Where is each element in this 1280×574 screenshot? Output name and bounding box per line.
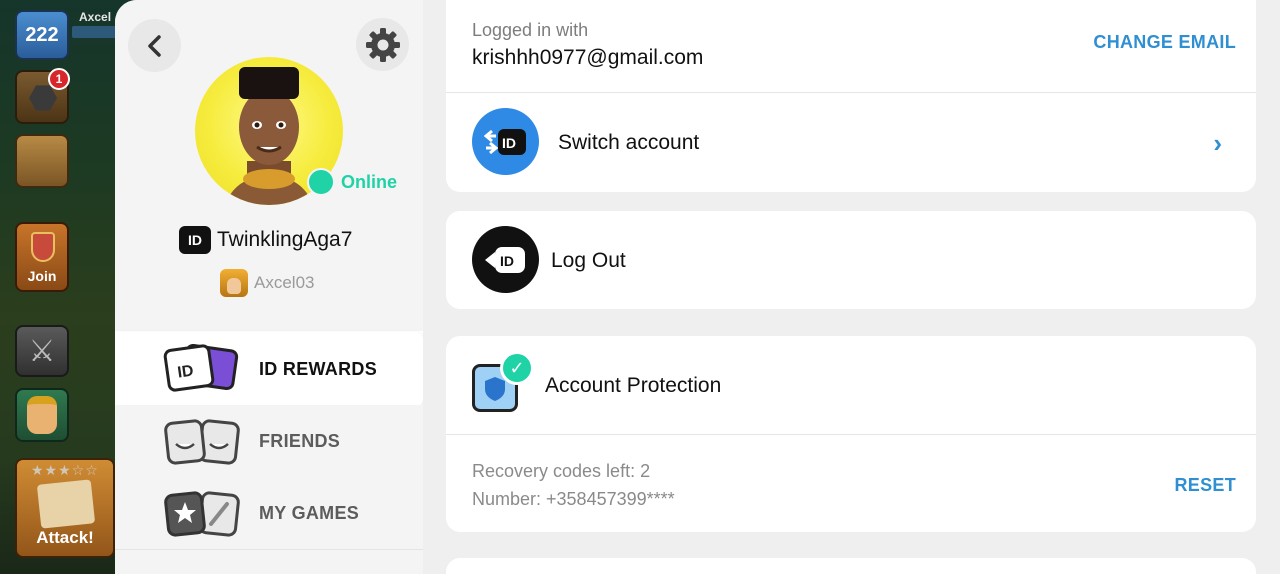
- switch-arrows-icon: ID: [483, 128, 526, 155]
- nav-my-games[interactable]: MY GAMES: [115, 477, 423, 549]
- account-protection-card: ✓ Account Protection Recovery codes left…: [446, 336, 1256, 532]
- nav-friends[interactable]: FRIENDS: [115, 405, 423, 477]
- id-icon: ID: [179, 226, 211, 254]
- account-email: krishhh0977@gmail.com: [472, 46, 704, 69]
- friends-icon: [164, 419, 240, 465]
- my-games-icon: [164, 491, 240, 537]
- player-level-badge[interactable]: 222: [15, 10, 69, 60]
- change-email-button[interactable]: CHANGE EMAIL: [1093, 32, 1236, 53]
- logout-icon-text: ID: [500, 253, 514, 269]
- account-card: Logged in with krishhh0977@gmail.com CHA…: [446, 0, 1256, 192]
- barbarian-icon: [27, 396, 57, 434]
- logout-label: Log Out: [551, 249, 626, 272]
- next-card: [446, 558, 1256, 574]
- logout-icon: ID: [472, 226, 539, 293]
- notification-badge: 1: [48, 68, 70, 90]
- account-protection-title: Account Protection: [545, 374, 722, 397]
- reset-button[interactable]: RESET: [1174, 475, 1236, 496]
- stars-icon: ★★★☆☆: [31, 462, 99, 478]
- nav-label-id-rewards: ID REWARDS: [259, 359, 378, 379]
- experience-bar: [72, 26, 118, 38]
- clan-shield-icon: [31, 232, 55, 262]
- switch-account-label: Switch account: [558, 131, 700, 154]
- swords-icon: ⚔: [28, 334, 56, 368]
- checkmark-icon: ✓: [500, 351, 534, 385]
- recovery-codes-text: Recovery codes left: 2: [472, 461, 651, 481]
- clan-war-button[interactable]: ⚔: [15, 325, 69, 377]
- nav-label-friends: FRIENDS: [259, 430, 341, 451]
- phone-number-text: Number: +358457399****: [472, 489, 675, 509]
- player-level: 222: [25, 23, 59, 46]
- attack-label: Attack!: [36, 528, 94, 547]
- chevron-right-icon: ›: [1213, 128, 1222, 158]
- battle-map-icon: [36, 479, 96, 529]
- nav-id-rewards[interactable]: ID ID REWARDS: [115, 332, 423, 407]
- chevron-left-icon: [147, 34, 161, 57]
- gear-icon: [365, 27, 400, 62]
- nav-label-my-games: MY GAMES: [259, 502, 360, 523]
- settings-button[interactable]: [356, 18, 409, 71]
- join-label: Join: [27, 268, 57, 284]
- nav-more: [115, 549, 423, 574]
- switch-account-icon: ID: [472, 108, 539, 175]
- account-settings-panel: Logged in with krishhh0977@gmail.com CHA…: [423, 0, 1280, 574]
- back-button[interactable]: [128, 19, 181, 72]
- game-player-name: Axcel03: [254, 273, 315, 292]
- game-player-row: Axcel03: [220, 269, 314, 297]
- divider: [446, 92, 1256, 93]
- builder-base-button[interactable]: [15, 388, 69, 442]
- profile-header: Online ID TwinklingAga7 Axcel03: [115, 0, 423, 331]
- svg-text:ID: ID: [176, 362, 194, 381]
- logged-in-label: Logged in with: [472, 20, 589, 40]
- logout-arrow-icon: ID: [484, 246, 525, 273]
- join-clan-button[interactable]: Join: [15, 222, 69, 292]
- divider: [446, 434, 1256, 435]
- attack-button[interactable]: ★★★☆☆ Attack!: [15, 458, 115, 558]
- online-status: Online: [341, 172, 398, 192]
- switch-icon-text: ID: [502, 135, 516, 151]
- username-row: ID TwinklingAga7: [179, 226, 352, 254]
- id-rewards-icon: ID: [163, 344, 239, 392]
- game-avatar-icon: [220, 269, 248, 297]
- game-player-tag: Axcel: [79, 10, 112, 24]
- profile-sidebar: Online ID TwinklingAga7 Axcel03 ID ID RE…: [115, 0, 423, 574]
- game-background: 222 Axcel 1 Join ⚔ ★★★☆☆ Attack!: [0, 0, 130, 574]
- online-indicator: [307, 168, 335, 196]
- map-button[interactable]: [15, 134, 69, 188]
- username: TwinklingAga7: [217, 228, 353, 251]
- logout-card[interactable]: ID Log Out: [446, 211, 1256, 309]
